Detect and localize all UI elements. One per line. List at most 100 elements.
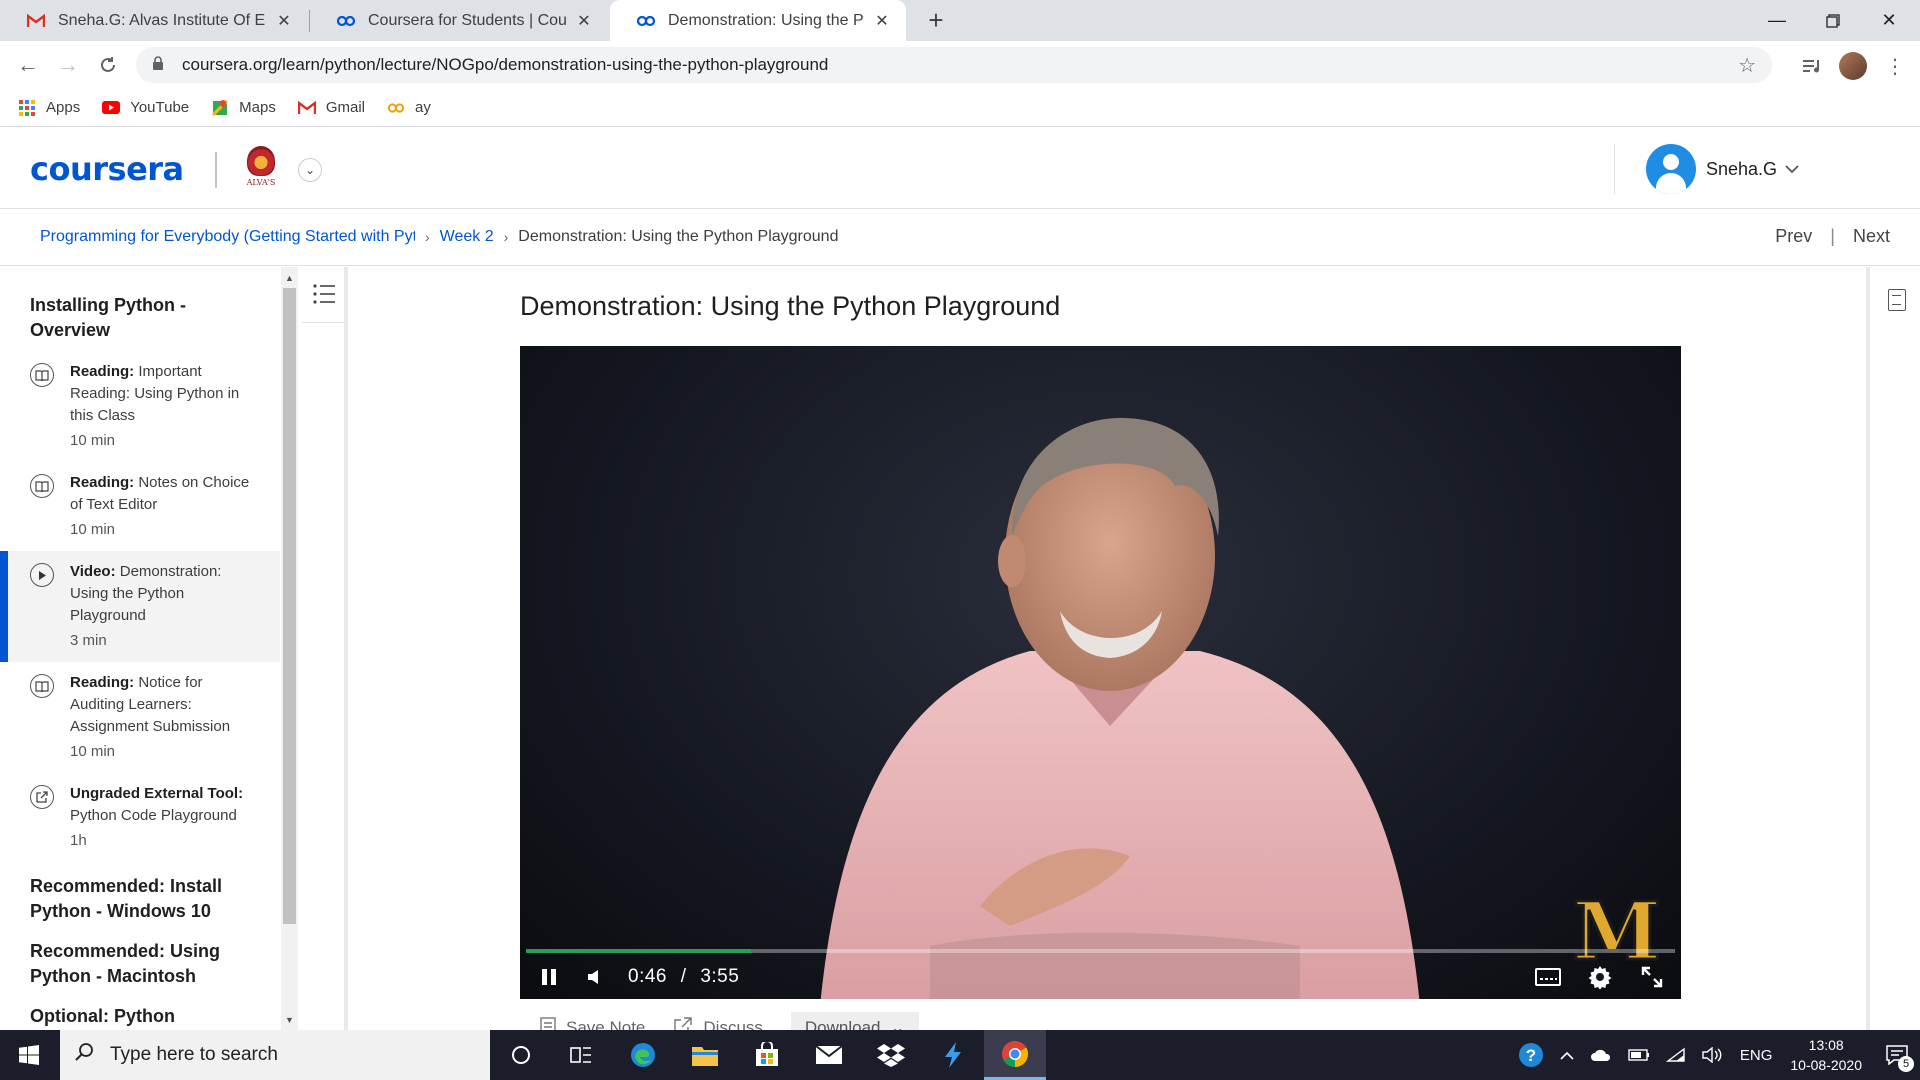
external-tool-icon: [30, 785, 54, 809]
app-lightning-icon[interactable]: [922, 1030, 984, 1080]
sidebar-item-reading[interactable]: Reading: Important Reading: Using Python…: [0, 351, 280, 462]
chevron-up-icon[interactable]: [1560, 1051, 1574, 1060]
browser-toolbar: ← → coursera.org/learn/python/lecture/NO…: [0, 41, 1920, 89]
browser-tab-coursera-students[interactable]: Coursera for Students | Coursera ✕: [310, 0, 608, 41]
close-tab-icon[interactable]: ✕: [574, 11, 594, 31]
video-progress-bar[interactable]: [526, 949, 1675, 953]
fullscreen-icon[interactable]: [1637, 962, 1667, 992]
bookmark-ay[interactable]: ay: [387, 99, 431, 117]
file-explorer-icon[interactable]: [674, 1030, 736, 1080]
next-button[interactable]: Next: [1853, 226, 1890, 247]
search-icon: [74, 1042, 94, 1068]
reading-icon: [30, 363, 54, 387]
sidebar-item-reading[interactable]: Reading: Notice for Auditing Learners: A…: [0, 662, 280, 773]
forward-button[interactable]: →: [52, 49, 84, 81]
windows-taskbar: Type here to search ? ENG 13:08 10-08-20…: [0, 1030, 1920, 1080]
notification-center-button[interactable]: 5: [1874, 1030, 1920, 1080]
menu-kebab-icon[interactable]: ⋮: [1880, 51, 1910, 81]
item-duration: 10 min: [70, 743, 116, 760]
bookmark-star-icon[interactable]: ☆: [1738, 53, 1756, 78]
item-duration: 1h: [70, 832, 87, 849]
browser-tab-gmail[interactable]: Sneha.G: Alvas Institute Of Engineering …: [0, 0, 308, 41]
back-button[interactable]: ←: [12, 49, 44, 81]
bookmark-maps[interactable]: Maps: [211, 99, 276, 117]
task-view-icon[interactable]: [550, 1030, 612, 1080]
wifi-icon[interactable]: [1665, 1047, 1686, 1063]
bookmark-label: ay: [415, 99, 431, 116]
chrome-taskbar-icon[interactable]: [984, 1030, 1046, 1080]
system-clock[interactable]: 13:08 10-08-2020: [1790, 1035, 1862, 1075]
prev-button[interactable]: Prev: [1775, 226, 1812, 247]
minimize-button[interactable]: —: [1746, 0, 1808, 41]
browser-tab-active-lecture[interactable]: Demonstration: Using the Python Playgrou…: [610, 0, 906, 41]
reload-button[interactable]: [92, 49, 124, 81]
breadcrumb-course-link[interactable]: Programming for Everybody (Getting Start…: [40, 228, 415, 246]
profile-avatar[interactable]: [1839, 52, 1867, 80]
video-player[interactable]: M 0:46 / 3:55: [520, 346, 1681, 999]
item-kind: Reading:: [70, 674, 135, 691]
onedrive-cloud-icon[interactable]: [1590, 1048, 1612, 1062]
institution-label: ALVA'S: [246, 178, 276, 187]
logo-divider: [215, 152, 217, 188]
coursera-icon: [336, 11, 356, 31]
volume-icon[interactable]: [1702, 1047, 1724, 1063]
restore-button[interactable]: [1802, 0, 1864, 41]
taskbar-search-box[interactable]: Type here to search: [60, 1030, 490, 1080]
bookmark-label: YouTube: [130, 99, 190, 116]
reading-icon: [30, 674, 54, 698]
bookmark-youtube[interactable]: YouTube: [102, 99, 189, 117]
url-text: coursera.org/learn/python/lecture/NOGpo/…: [182, 55, 829, 74]
reading-icon: [30, 474, 54, 498]
close-tab-icon[interactable]: ✕: [274, 11, 294, 31]
apps-grid-icon: [18, 99, 36, 117]
sidebar-section-title[interactable]: Recommended: Using Python - Macintosh: [0, 939, 280, 989]
breadcrumb-week-link[interactable]: Week 2: [440, 228, 494, 246]
close-window-button[interactable]: ✕: [1858, 0, 1920, 41]
bookmark-apps[interactable]: Apps: [18, 99, 80, 117]
outline-toggle-column: [298, 267, 348, 1030]
coursera-logo[interactable]: coursera: [30, 150, 184, 188]
maps-icon: [211, 99, 229, 117]
cortana-icon[interactable]: [490, 1030, 552, 1080]
pause-button[interactable]: [534, 962, 564, 992]
sidebar-section-title[interactable]: Optional: Python: [0, 1004, 280, 1029]
user-menu[interactable]: Sneha.G: [1646, 144, 1799, 194]
mail-icon[interactable]: [798, 1030, 860, 1080]
institution-logo[interactable]: ALVA'S: [240, 146, 282, 194]
store-icon[interactable]: [736, 1030, 798, 1080]
sidebar-section-title[interactable]: Installing Python - Overview: [0, 293, 280, 343]
edge-browser-icon[interactable]: [612, 1030, 674, 1080]
header-divider: [1614, 144, 1615, 194]
bookmark-gmail[interactable]: Gmail: [297, 99, 365, 117]
close-tab-icon[interactable]: ✕: [872, 11, 892, 31]
item-duration: 3 min: [70, 632, 107, 649]
settings-gear-icon[interactable]: [1585, 962, 1615, 992]
sidebar-item-external-tool[interactable]: Ungraded External Tool: Python Code Play…: [0, 773, 280, 862]
tab-title: Coursera for Students | Coursera: [368, 11, 566, 29]
sidebar-item-video-active[interactable]: Video: Demonstration: Using the Python P…: [0, 551, 280, 662]
battery-icon[interactable]: [1628, 1049, 1650, 1061]
help-icon[interactable]: ?: [1518, 1042, 1544, 1068]
video-controls: 0:46 / 3:55: [520, 955, 1681, 999]
address-bar[interactable]: coursera.org/learn/python/lecture/NOGpo/…: [136, 47, 1772, 83]
language-indicator[interactable]: ENG: [1740, 1047, 1773, 1064]
media-control-icon[interactable]: [1797, 51, 1827, 81]
start-button[interactable]: [0, 1030, 58, 1080]
item-kind: Ungraded External Tool:: [70, 785, 244, 802]
scroll-up-arrow[interactable]: ▲: [281, 270, 298, 286]
list-toggle-icon[interactable]: [312, 283, 338, 309]
gmail-icon: [26, 11, 46, 31]
volume-button[interactable]: [580, 962, 610, 992]
sidebar-scroll-thumb[interactable]: [283, 288, 296, 924]
institution-dropdown-button[interactable]: ⌄: [298, 158, 322, 182]
video-frame-image: [820, 417, 1420, 999]
video-duration: 3:55: [700, 966, 740, 987]
sidebar-section-title[interactable]: Recommended: Install Python - Windows 10: [0, 874, 280, 924]
scroll-down-arrow[interactable]: ▼: [281, 1012, 298, 1028]
sidebar-item-reading[interactable]: Reading: Notes on Choice of Text Editor …: [0, 462, 280, 551]
dropbox-icon[interactable]: [860, 1030, 922, 1080]
new-tab-button[interactable]: +: [922, 5, 950, 35]
captions-icon[interactable]: [1533, 962, 1563, 992]
svg-text:?: ?: [1526, 1046, 1536, 1065]
transcript-document-icon[interactable]: [1888, 289, 1906, 311]
